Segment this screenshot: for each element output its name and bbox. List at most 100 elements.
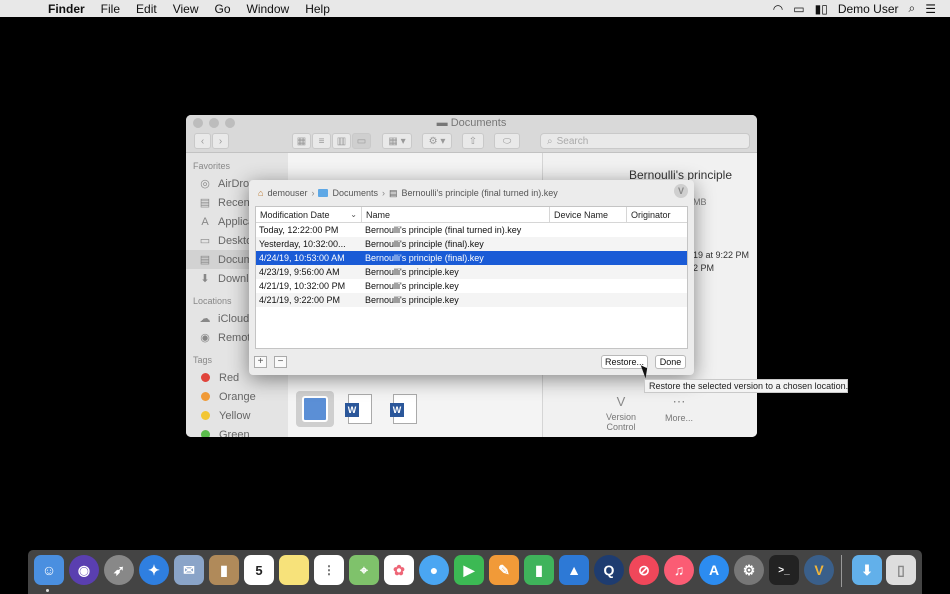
spotlight-search-icon[interactable]: ⌕ bbox=[909, 1, 916, 16]
done-button[interactable]: Done bbox=[655, 355, 686, 369]
menu-go[interactable]: Go bbox=[207, 2, 239, 16]
versions-app-icon[interactable]: V bbox=[804, 555, 834, 585]
notes-icon[interactable] bbox=[279, 555, 309, 585]
dock-divider bbox=[841, 555, 842, 587]
word-file-thumbnail-2[interactable]: W bbox=[386, 391, 424, 427]
finder-toolbar: ‹ › ▦ ≡ ▥ ▭ ▦ ▾ ⚙ ▾ ⇧ ⬭ ⌕ Search bbox=[186, 131, 757, 153]
list-view-button[interactable]: ≡ bbox=[312, 133, 331, 149]
sidebar-tag-green[interactable]: Green bbox=[186, 425, 288, 437]
downloads-icon: ⬇ bbox=[200, 273, 210, 285]
music-icon[interactable]: ♫ bbox=[664, 555, 694, 585]
table-row-selected[interactable]: 4/24/19, 10:53:00 AM Bernoulli's princip… bbox=[256, 251, 687, 265]
action-gear-icon[interactable]: ⚙ ▾ bbox=[422, 133, 452, 149]
search-field[interactable]: ⌕ Search bbox=[540, 133, 750, 149]
keynote-icon[interactable]: ▲ bbox=[559, 555, 589, 585]
column-header-device-name[interactable]: Device Name bbox=[550, 207, 627, 222]
breadcrumb-documents[interactable]: Documents bbox=[332, 188, 378, 198]
breadcrumb-user[interactable]: demouser bbox=[267, 188, 307, 198]
contacts-icon[interactable]: ▮ bbox=[209, 555, 239, 585]
messages-icon[interactable]: ● bbox=[419, 555, 449, 585]
menu-app-finder[interactable]: Finder bbox=[40, 2, 93, 16]
cell-name: Bernoulli's principle (final).key bbox=[365, 239, 484, 249]
breadcrumb-file[interactable]: Bernoulli's principle (final turned in).… bbox=[402, 188, 558, 198]
numbers-icon[interactable]: ▮ bbox=[524, 555, 554, 585]
dock: ☺ ◉ ➶ ✦ ✉ ▮ 5 ⋮ ⌖ ✿ ● ▶ ✎ ▮ ▲ Q ⊘ ♫ A ⚙ … bbox=[28, 550, 922, 594]
launchpad-icon[interactable]: ➶ bbox=[104, 555, 134, 585]
table-row[interactable]: Today, 12:22:00 PM Bernoulli's principle… bbox=[256, 223, 687, 237]
finder-titlebar: ▬ Documents bbox=[186, 115, 757, 131]
airplay-icon[interactable]: ▭ bbox=[793, 2, 804, 16]
notification-center-icon[interactable]: ☰ bbox=[925, 2, 936, 16]
table-header: Modification Date ⌄ Name Device Name Orig… bbox=[256, 207, 687, 223]
wifi-icon[interactable]: ◠ bbox=[773, 2, 783, 16]
pages-icon[interactable]: ✎ bbox=[489, 555, 519, 585]
column-header-name[interactable]: Name bbox=[362, 207, 550, 222]
trash-icon[interactable]: ▯ bbox=[886, 555, 916, 585]
remove-version-button[interactable]: − bbox=[274, 356, 287, 368]
table-row[interactable]: Yesterday, 10:32:00... Bernoulli's princ… bbox=[256, 237, 687, 251]
share-icon[interactable]: ⇧ bbox=[462, 133, 484, 149]
calendar-icon[interactable]: 5 bbox=[244, 555, 274, 585]
more-ellipsis-icon: ⋯ bbox=[672, 394, 686, 409]
forward-chevron-icon[interactable]: › bbox=[212, 133, 229, 149]
back-chevron-icon[interactable]: ‹ bbox=[194, 133, 211, 149]
sidebar-section-favorites: Favorites bbox=[193, 161, 231, 171]
menu-window[interactable]: Window bbox=[239, 2, 298, 16]
cell-date: 4/24/19, 10:53:00 AM bbox=[259, 253, 345, 263]
news-icon[interactable]: ⊘ bbox=[629, 555, 659, 585]
mail-stamp-icon[interactable]: ✉ bbox=[174, 555, 204, 585]
word-document-icon: W bbox=[345, 394, 372, 424]
system-preferences-icon[interactable]: ⚙ bbox=[734, 555, 764, 585]
menu-edit[interactable]: Edit bbox=[128, 2, 165, 16]
menu-view[interactable]: View bbox=[165, 2, 207, 16]
cell-name: Bernoulli's principle (final).key bbox=[365, 253, 484, 263]
word-file-thumbnail-1[interactable]: W bbox=[341, 391, 379, 427]
more-action[interactable]: ⋯ More... bbox=[649, 394, 709, 423]
cell-date: 4/23/19, 9:56:00 AM bbox=[259, 267, 340, 277]
cell-date: 4/21/19, 9:22:00 PM bbox=[259, 295, 341, 305]
documents-icon: ▤ bbox=[199, 254, 211, 266]
downloads-folder-icon[interactable]: ⬇ bbox=[852, 555, 882, 585]
desktop-icon: ▭ bbox=[199, 235, 211, 247]
finder-icon[interactable]: ☺ bbox=[34, 555, 64, 585]
quicktime-icon[interactable]: Q bbox=[594, 555, 624, 585]
table-row[interactable]: 4/21/19, 10:32:00 PM Bernoulli's princip… bbox=[256, 279, 687, 293]
sidebar-tag-yellow[interactable]: Yellow bbox=[186, 406, 288, 425]
reminders-icon[interactable]: ⋮ bbox=[314, 555, 344, 585]
add-version-button[interactable]: + bbox=[254, 356, 267, 368]
preview-created-date: 19 at 9:22 PM bbox=[693, 250, 750, 260]
siri-icon[interactable]: ◉ bbox=[69, 555, 99, 585]
app-store-icon[interactable]: A bbox=[699, 555, 729, 585]
word-document-icon: W bbox=[390, 394, 417, 424]
table-row[interactable]: 4/23/19, 9:56:00 AM Bernoulli's principl… bbox=[256, 265, 687, 279]
tag-icon[interactable]: ⬭ bbox=[494, 133, 520, 149]
battery-icon[interactable]: ▮▯ bbox=[815, 2, 828, 16]
column-header-originator[interactable]: Originator bbox=[627, 207, 687, 222]
preview-modified-date: 2 PM bbox=[693, 263, 715, 273]
versions-sheet: ⌂ demouser › Documents › ▤ Bernoulli's p… bbox=[249, 180, 694, 375]
facetime-icon[interactable]: ▶ bbox=[454, 555, 484, 585]
maps-icon[interactable]: ⌖ bbox=[349, 555, 379, 585]
sidebar-tag-orange[interactable]: Orange bbox=[186, 387, 288, 406]
keynote-document-icon bbox=[302, 396, 328, 422]
preview-file-size: MB bbox=[693, 197, 707, 207]
photos-icon[interactable]: ✿ bbox=[384, 555, 414, 585]
terminal-icon[interactable]: >_ bbox=[769, 555, 799, 585]
icon-view-button[interactable]: ▦ bbox=[292, 133, 311, 149]
safari-icon[interactable]: ✦ bbox=[139, 555, 169, 585]
version-control-action[interactable]: V Version Control bbox=[591, 394, 651, 432]
table-row[interactable]: 4/21/19, 9:22:00 PM Bernoulli's principl… bbox=[256, 293, 687, 307]
cloud-icon: ☁ bbox=[199, 313, 211, 325]
column-header-modification-date[interactable]: Modification Date ⌄ bbox=[256, 207, 362, 222]
table-body: Today, 12:22:00 PM Bernoulli's principle… bbox=[256, 223, 687, 307]
menu-user-name[interactable]: Demo User bbox=[838, 2, 899, 16]
remote-disc-icon: ◉ bbox=[200, 332, 210, 344]
group-by-button[interactable]: ▦ ▾ bbox=[382, 133, 412, 149]
gallery-view-button[interactable]: ▭ bbox=[352, 133, 371, 149]
finder-running-indicator bbox=[46, 589, 49, 592]
menu-file[interactable]: File bbox=[93, 2, 128, 16]
keynote-file-thumbnail[interactable] bbox=[296, 391, 334, 427]
menu-help[interactable]: Help bbox=[297, 2, 338, 16]
yellow-tag-dot bbox=[201, 411, 210, 420]
column-view-button[interactable]: ▥ bbox=[332, 133, 351, 149]
